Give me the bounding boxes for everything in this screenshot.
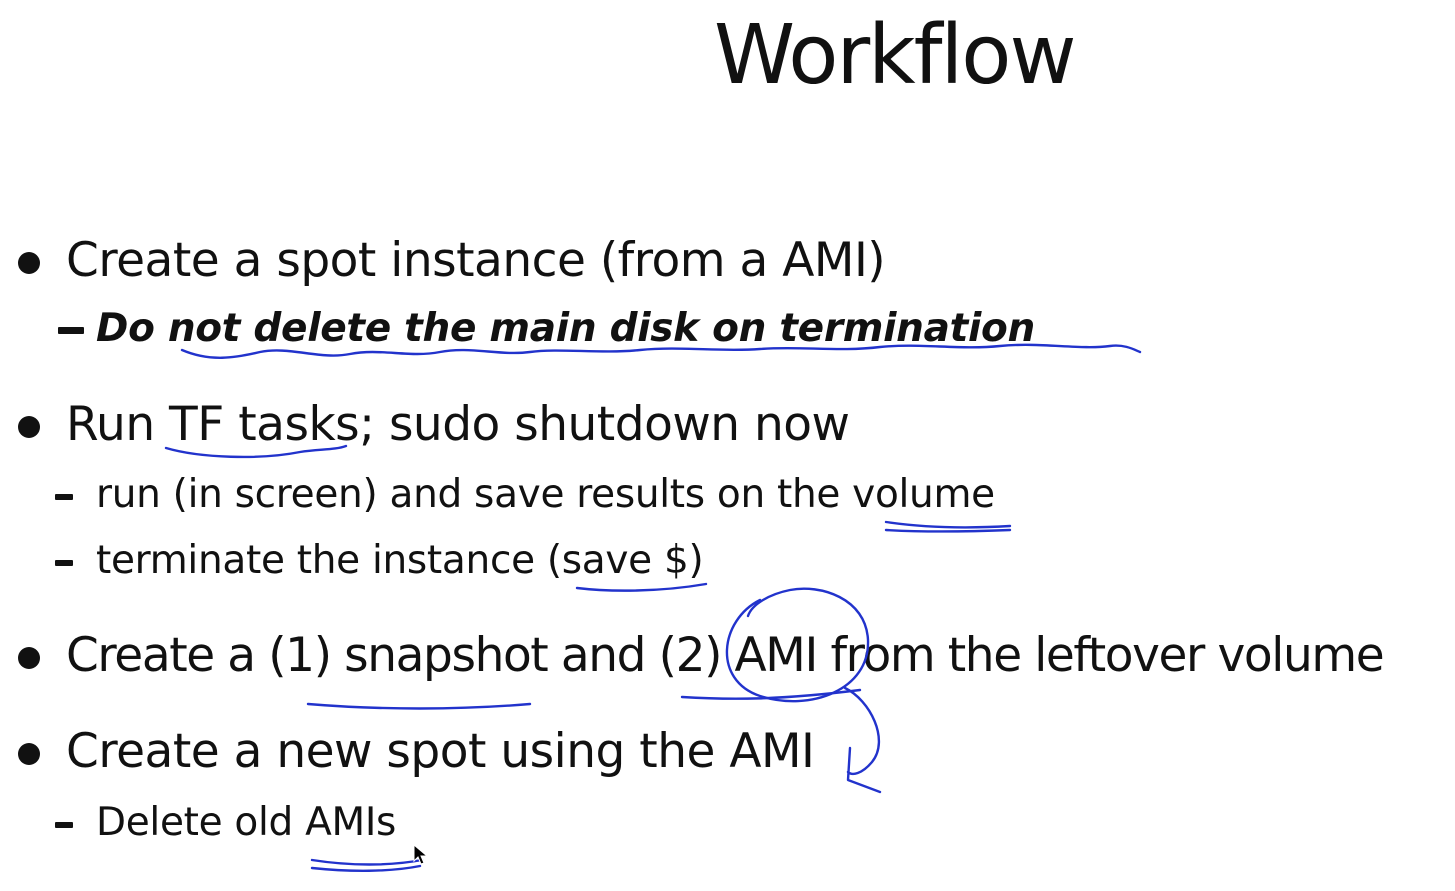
subitem-2-2: terminate the instance (save $) [96, 538, 704, 583]
dash-icon [55, 822, 73, 828]
curved-arrow [843, 686, 881, 776]
subitem-2-1: run (in screen) and save results on the … [96, 472, 995, 517]
bullet-icon [18, 416, 40, 438]
bullet-icon [18, 743, 40, 765]
slide-title: Workflow [714, 8, 1077, 103]
underline [310, 864, 422, 872]
dash-icon [55, 494, 73, 500]
underline [575, 582, 708, 592]
bullet-icon [18, 647, 40, 669]
bullet-item-3: Create a (1) snapshot and (2) AMI from t… [66, 628, 1385, 683]
underline [884, 528, 1012, 533]
underline [680, 688, 862, 700]
mouse-pointer-icon [413, 844, 429, 865]
arrow-head [846, 746, 882, 794]
bullet-icon [18, 252, 40, 274]
bullet-item-1: Create a spot instance (from a AMI) [66, 233, 886, 288]
bullet-item-4: Create a new spot using the AMI [66, 724, 815, 779]
subitem-1-1: Do not delete the main disk on terminati… [96, 306, 1036, 351]
subitem-4-1: Delete old AMIs [96, 800, 397, 845]
underline [310, 858, 424, 866]
bullet-item-2: Run TF tasks; sudo shutdown now [66, 397, 850, 452]
underline [884, 520, 1012, 529]
dash-icon [58, 327, 84, 334]
slide: Workflow Create a spot instance (from a … [0, 0, 1455, 891]
underline [306, 702, 532, 710]
dash-icon [55, 560, 73, 566]
